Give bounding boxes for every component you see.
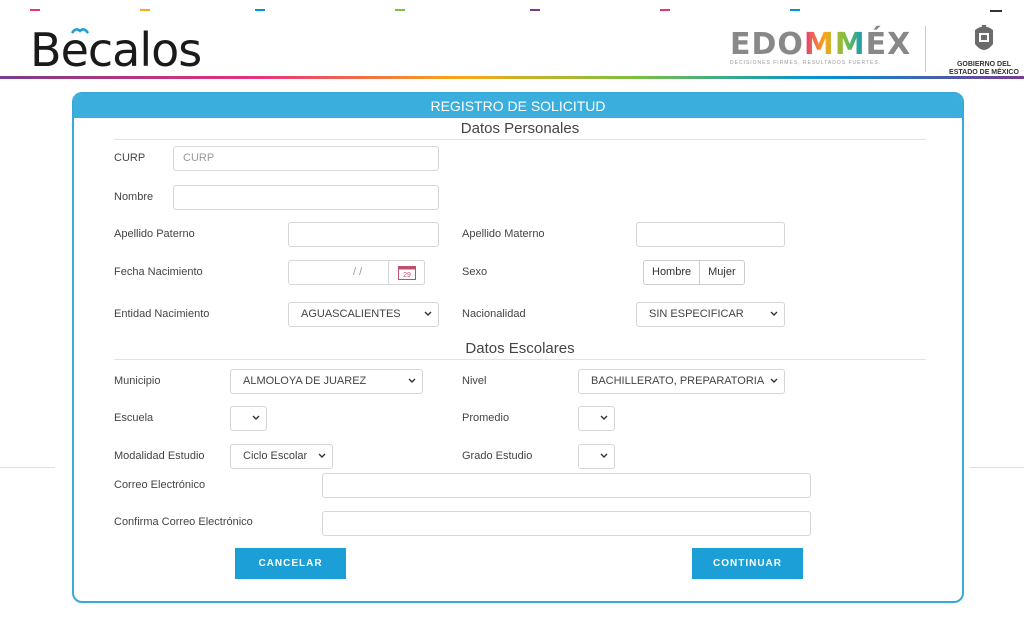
grado-label: Grado Estudio: [462, 450, 533, 462]
personal-data-heading: Datos Personales: [114, 120, 926, 140]
nivel-select[interactable]: BACHILLERATO, PREPARATORIA: [578, 369, 785, 394]
curp-input[interactable]: CURP: [173, 146, 439, 171]
calendar-button[interactable]: 29: [388, 260, 425, 285]
nacionalidad-select[interactable]: SIN ESPECIFICAR: [636, 302, 785, 327]
apellido-materno-label: Apellido Materno: [462, 228, 545, 240]
right-rule: [970, 467, 1024, 468]
chevron-down-icon: [600, 415, 608, 420]
school-data-heading: Datos Escolares: [114, 340, 926, 360]
confirma-correo-input[interactable]: [322, 511, 811, 536]
calendar-icon: 29: [398, 266, 416, 280]
entidad-value: AGUASCALIENTES: [301, 308, 401, 320]
registration-form-panel: REGISTRO DE SOLICITUD Datos Personales C…: [72, 92, 964, 603]
becalos-logo[interactable]: Becalos: [30, 22, 202, 78]
municipio-select[interactable]: ALMOLOYA DE JUAREZ: [230, 369, 423, 394]
chevron-down-icon: [318, 453, 326, 458]
left-rule: [0, 467, 55, 468]
confirma-correo-label: Confirma Correo Electrónico: [114, 516, 253, 528]
entidad-nacimiento-select[interactable]: AGUASCALIENTES: [288, 302, 439, 327]
curp-label: CURP: [114, 152, 146, 164]
apellido-paterno-input[interactable]: [288, 222, 439, 247]
date-placeholder: / /: [353, 266, 363, 278]
cancel-button[interactable]: CANCELAR: [235, 548, 346, 579]
nombre-label: Nombre: [114, 191, 154, 203]
modalidad-select[interactable]: Ciclo Escolar: [230, 444, 333, 469]
nombre-input[interactable]: [173, 185, 439, 210]
chevron-down-icon: [424, 311, 432, 316]
escuela-select[interactable]: [230, 406, 267, 431]
state-seal-icon: [975, 25, 993, 50]
municipio-label: Municipio: [114, 375, 161, 387]
chevron-down-icon: [770, 311, 778, 316]
chevron-down-icon: [408, 378, 416, 383]
sexo-hombre-option[interactable]: Hombre: [644, 261, 699, 284]
grado-select[interactable]: [578, 444, 615, 469]
page-header: Becalos EDOMMÉX DECISIONES FIRMES, RESUL…: [0, 0, 1024, 80]
entidad-nacimiento-label: Entidad Nacimiento: [114, 308, 210, 320]
sexo-mujer-option[interactable]: Mujer: [699, 261, 744, 284]
chevron-down-icon: [252, 415, 260, 420]
nivel-label: Nivel: [462, 375, 487, 387]
book-icon: [70, 28, 89, 34]
modalidad-label: Modalidad Estudio: [114, 450, 205, 462]
edomex-logo: EDOMMÉX DECISIONES FIRMES, RESULTADOS FU…: [730, 27, 912, 67]
gobierno-logo: GOBIERNO DEL ESTADO DE MÉXICO: [944, 24, 1024, 77]
chevron-down-icon: [600, 453, 608, 458]
header-color-bar: [0, 76, 1024, 79]
sexo-toggle[interactable]: Hombre Mujer: [643, 260, 745, 285]
calendar-day: 29: [403, 272, 411, 279]
fecha-nacimiento-label: Fecha Nacimiento: [114, 266, 203, 278]
nacionalidad-value: SIN ESPECIFICAR: [649, 308, 744, 320]
top-edge-marks: [0, 0, 1024, 12]
promedio-select[interactable]: [578, 406, 615, 431]
municipio-value: ALMOLOYA DE JUAREZ: [243, 375, 367, 387]
nacionalidad-label: Nacionalidad: [462, 308, 526, 320]
header-divider: [925, 26, 926, 72]
form-title: REGISTRO DE SOLICITUD: [74, 94, 962, 118]
sexo-label: Sexo: [462, 266, 488, 278]
correo-label: Correo Electrónico: [114, 479, 206, 491]
escuela-label: Escuela: [114, 412, 154, 424]
apellido-paterno-label: Apellido Paterno: [114, 228, 195, 240]
apellido-materno-input[interactable]: [636, 222, 785, 247]
promedio-label: Promedio: [462, 412, 510, 424]
nivel-value: BACHILLERATO, PREPARATORIA: [591, 375, 765, 387]
continue-button[interactable]: CONTINUAR: [692, 548, 803, 579]
gobierno-line1: GOBIERNO DEL: [956, 61, 1012, 68]
chevron-down-icon: [770, 378, 778, 384]
correo-input[interactable]: [322, 473, 811, 498]
modalidad-value: Ciclo Escolar: [243, 450, 308, 462]
